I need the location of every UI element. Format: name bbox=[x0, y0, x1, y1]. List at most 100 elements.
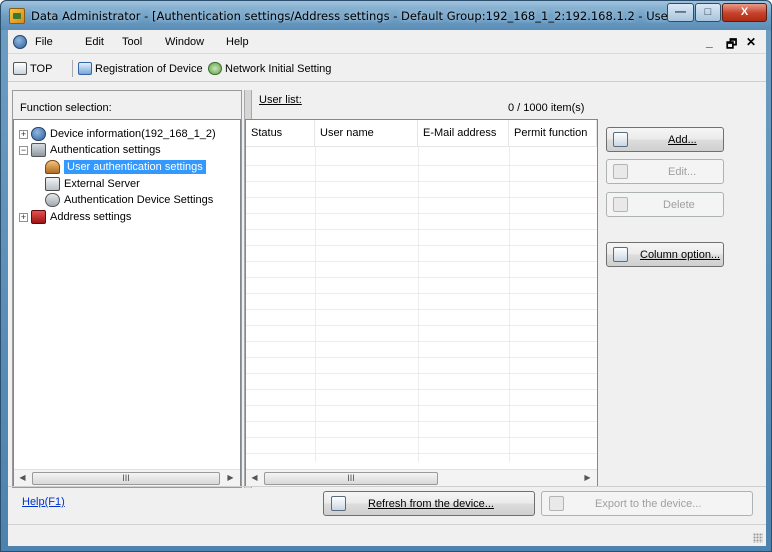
column-email-address[interactable]: E-Mail address bbox=[418, 120, 509, 147]
tree-item-label: Authentication settings bbox=[50, 144, 161, 156]
grid-line bbox=[246, 373, 597, 374]
network-icon bbox=[208, 62, 222, 75]
collapse-icon[interactable]: − bbox=[19, 145, 28, 155]
toolbar-separator bbox=[72, 60, 73, 77]
scroll-right-arrow-icon[interactable]: ▶ bbox=[579, 470, 596, 486]
user-list-heading: User list: bbox=[259, 94, 302, 106]
edit-label: Edit... bbox=[668, 166, 697, 178]
grid-line bbox=[246, 293, 597, 294]
tree-horizontal-scrollbar[interactable]: ◀ III ▶ bbox=[14, 469, 240, 486]
close-button[interactable]: X bbox=[722, 3, 767, 22]
menu-help[interactable]: Help bbox=[226, 36, 249, 48]
home-icon bbox=[13, 62, 27, 75]
tree-item-user-authentication-settings[interactable]: User authentication settings bbox=[45, 159, 206, 175]
client-area: File Edit Tool Window Help _ 🗗 ✕ TOP Reg… bbox=[8, 30, 766, 546]
resize-grip-icon[interactable] bbox=[753, 533, 763, 543]
export-icon bbox=[549, 496, 564, 511]
tree-item-authentication-device-settings[interactable]: Authentication Device Settings bbox=[45, 192, 213, 208]
grid-line bbox=[246, 453, 597, 454]
document-icon[interactable] bbox=[13, 35, 27, 49]
window-title: Data Administrator - [Authentication set… bbox=[31, 9, 671, 23]
grid-line bbox=[246, 437, 597, 438]
network-initial-setting-button[interactable]: Network Initial Setting bbox=[208, 60, 331, 77]
grid-line bbox=[246, 213, 597, 214]
scroll-right-arrow-icon[interactable]: ▶ bbox=[222, 470, 239, 486]
edit-button[interactable]: Edit... bbox=[606, 159, 724, 184]
user-icon bbox=[45, 160, 60, 174]
refresh-from-device-button[interactable]: Refresh from the device... bbox=[323, 491, 535, 516]
edit-user-icon bbox=[613, 164, 628, 179]
grid-line bbox=[246, 389, 597, 390]
server-icon bbox=[45, 177, 60, 191]
user-count: 0 / 1000 item(s) bbox=[508, 102, 585, 114]
grid-column-line bbox=[315, 147, 316, 462]
add-button[interactable]: Add... bbox=[606, 127, 724, 152]
authentication-icon bbox=[31, 143, 46, 157]
title-bar[interactable]: Data Administrator - [Authentication set… bbox=[1, 1, 771, 30]
user-list-table: Status User name E-Mail address Permit f… bbox=[245, 119, 598, 487]
authentication-device-icon bbox=[45, 193, 60, 207]
registration-icon bbox=[78, 62, 92, 75]
mdi-restore-button[interactable]: 🗗 bbox=[726, 35, 737, 56]
export-to-device-button[interactable]: Export to the device... bbox=[541, 491, 753, 516]
scroll-thumb[interactable]: III bbox=[32, 472, 220, 485]
grid-line bbox=[246, 357, 597, 358]
delete-label: Delete bbox=[663, 199, 695, 211]
expand-icon[interactable]: + bbox=[19, 212, 28, 222]
mdi-minimize-button[interactable]: _ bbox=[706, 35, 713, 49]
minimize-button[interactable]: — bbox=[667, 3, 694, 22]
add-label: Add... bbox=[668, 134, 697, 146]
menu-edit[interactable]: Edit bbox=[85, 36, 104, 48]
tree-item-label: User authentication settings bbox=[64, 160, 206, 174]
refresh-icon bbox=[331, 496, 346, 511]
delete-button[interactable]: Delete bbox=[606, 192, 724, 217]
grid-line bbox=[246, 229, 597, 230]
list-horizontal-scrollbar[interactable]: ◀ III ▶ bbox=[246, 469, 597, 486]
toolbar: TOP Registration of Device Network Initi… bbox=[8, 55, 766, 82]
expand-icon[interactable]: + bbox=[19, 129, 28, 139]
column-option-icon bbox=[613, 247, 628, 262]
tree-item-address-settings[interactable]: + Address settings bbox=[19, 209, 131, 225]
column-option-button[interactable]: Column option... bbox=[606, 242, 724, 267]
status-bar bbox=[8, 524, 766, 546]
function-tree: + Device information(192_168_1_2) − Auth… bbox=[13, 119, 241, 487]
maximize-button[interactable]: □ bbox=[695, 3, 721, 22]
menu-file[interactable]: File bbox=[35, 36, 53, 48]
grid-line bbox=[246, 197, 597, 198]
scroll-left-arrow-icon[interactable]: ◀ bbox=[246, 470, 263, 486]
tree-item-label: External Server bbox=[64, 178, 140, 190]
grid-line bbox=[246, 325, 597, 326]
device-icon bbox=[31, 127, 46, 141]
registration-of-device-button[interactable]: Registration of Device bbox=[78, 60, 203, 77]
mdi-close-button[interactable]: ✕ bbox=[746, 35, 756, 49]
tree-item-authentication-settings[interactable]: − Authentication settings bbox=[19, 142, 161, 158]
column-user-name[interactable]: User name bbox=[315, 120, 418, 147]
grid-line bbox=[246, 341, 597, 342]
add-user-icon bbox=[613, 132, 628, 147]
tree-item-label: Device information(192_168_1_2) bbox=[50, 128, 216, 140]
application-window: Data Administrator - [Authentication set… bbox=[0, 0, 772, 552]
grid-line bbox=[246, 165, 597, 166]
tree-item-external-server[interactable]: External Server bbox=[45, 176, 140, 192]
help-link[interactable]: Help(F1) bbox=[22, 496, 65, 508]
grid-line bbox=[246, 421, 597, 422]
user-list-header: Status User name E-Mail address Permit f… bbox=[246, 120, 597, 147]
column-option-label: Column option... bbox=[640, 249, 721, 261]
tree-item-label: Authentication Device Settings bbox=[64, 194, 214, 206]
menu-tool[interactable]: Tool bbox=[122, 36, 142, 48]
refresh-label: Refresh from the device... bbox=[368, 498, 494, 510]
registration-label: Registration of Device bbox=[95, 62, 203, 75]
column-status[interactable]: Status bbox=[246, 120, 315, 147]
column-permit-function[interactable]: Permit function bbox=[509, 120, 597, 147]
app-icon bbox=[9, 8, 25, 24]
top-button[interactable]: TOP bbox=[13, 60, 52, 77]
menu-window[interactable]: Window bbox=[165, 36, 204, 48]
grid-column-line bbox=[509, 147, 510, 462]
scroll-thumb[interactable]: III bbox=[264, 472, 438, 485]
top-label: TOP bbox=[30, 62, 53, 75]
scroll-left-arrow-icon[interactable]: ◀ bbox=[14, 470, 31, 486]
grid-line bbox=[246, 181, 597, 182]
delete-user-icon bbox=[613, 197, 628, 212]
grid-line bbox=[246, 245, 597, 246]
tree-item-device-information[interactable]: + Device information(192_168_1_2) bbox=[19, 126, 216, 142]
